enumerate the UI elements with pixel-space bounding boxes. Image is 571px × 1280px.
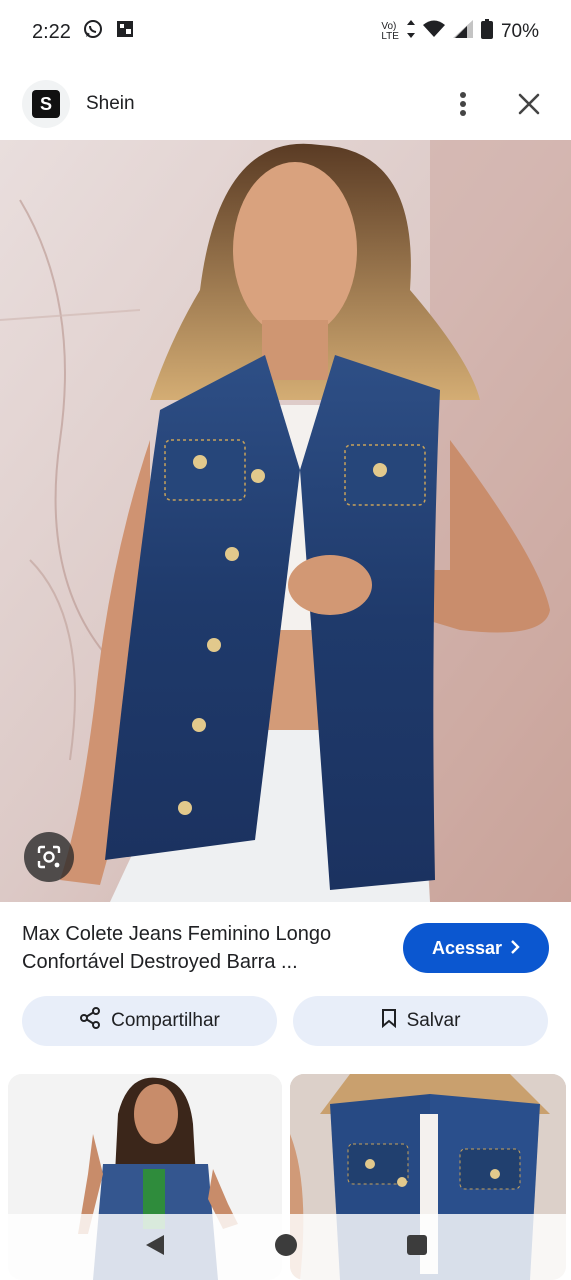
wifi-icon: [422, 20, 445, 44]
navigation-bar: [0, 1214, 571, 1280]
header: S Shein: [0, 74, 571, 134]
visit-button[interactable]: Acessar: [403, 923, 549, 973]
battery-icon: [480, 19, 493, 45]
battery-percent: 70%: [500, 21, 539, 42]
visit-button-label: Acessar: [431, 937, 503, 958]
share-button[interactable]: Compartilhar: [22, 996, 277, 1046]
site-logo[interactable]: S: [22, 80, 70, 128]
product-info: Max Colete Jeans Feminino Longo Confortá…: [0, 910, 571, 986]
home-icon[interactable]: [274, 1233, 298, 1262]
site-name[interactable]: Shein: [86, 93, 135, 115]
save-button[interactable]: Salvar: [293, 996, 548, 1046]
share-label: Compartilhar: [111, 1010, 220, 1031]
signal-icon: [452, 20, 473, 44]
more-vert-icon[interactable]: [443, 84, 483, 124]
google-lens-icon[interactable]: [24, 832, 74, 882]
status-time: 2:22: [32, 20, 71, 43]
save-label: Salvar: [406, 1010, 461, 1031]
bookmark-icon: [381, 1008, 397, 1034]
close-icon[interactable]: [509, 84, 549, 124]
product-image[interactable]: [0, 140, 571, 902]
status-bar: 2:22 Vo) LTE 70%: [0, 0, 571, 64]
product-title[interactable]: Max Colete Jeans Feminino Longo Confortá…: [22, 920, 382, 976]
network-label: Vo) LTE: [381, 21, 399, 42]
back-icon[interactable]: [144, 1233, 166, 1262]
whatsapp-icon: [83, 19, 103, 45]
share-icon: [79, 1007, 101, 1035]
data-arrows-icon: [406, 20, 415, 44]
site-logo-letter: S: [32, 90, 60, 118]
photo-icon: [115, 19, 135, 45]
recents-icon[interactable]: [406, 1234, 428, 1261]
product-photo-illustration: [0, 140, 571, 902]
action-buttons: Compartilhar Salvar: [22, 996, 548, 1048]
chevron-right-icon: [510, 938, 520, 959]
